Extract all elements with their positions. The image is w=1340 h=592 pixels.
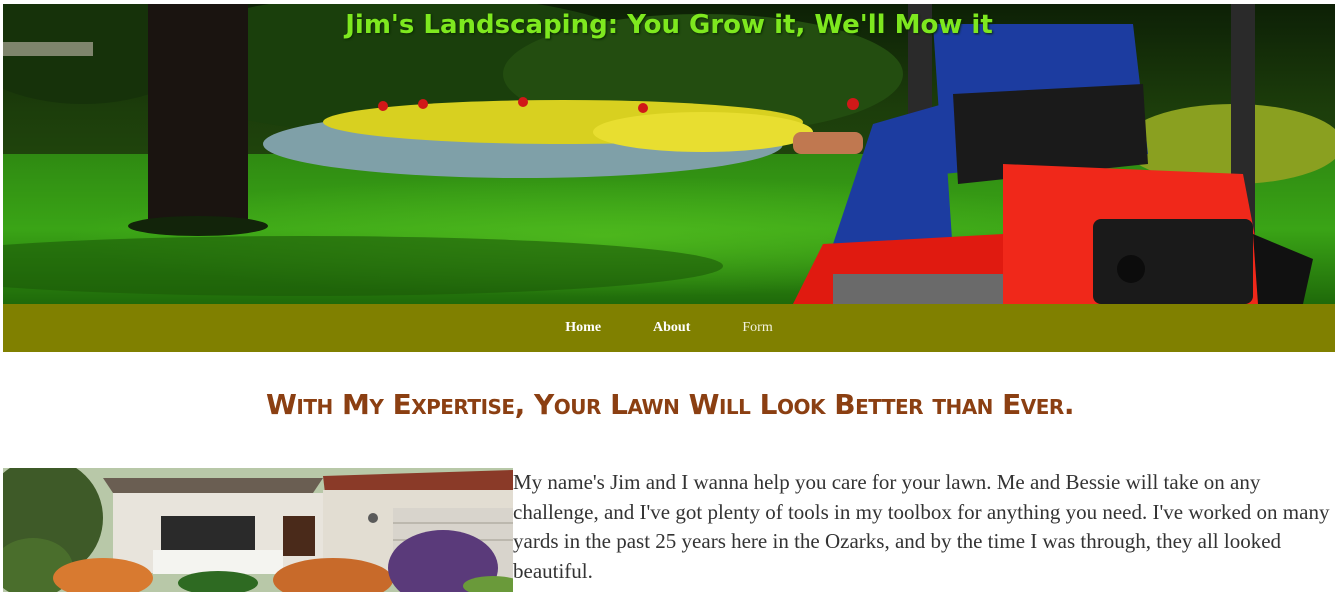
nav-link-home[interactable]: Home <box>539 320 627 336</box>
site-title: Jim's Landscaping: You Grow it, We'll Mo… <box>345 10 993 40</box>
house-image <box>3 468 513 592</box>
page-headline: With My Expertise, Your Lawn Will Look B… <box>266 388 1074 421</box>
nav-link-about[interactable]: About <box>627 320 716 336</box>
house-photo <box>3 468 513 592</box>
mower-photo <box>3 4 1335 304</box>
nav-link-form[interactable]: Form <box>716 320 798 336</box>
intro-paragraph: My name's Jim and I wanna help you care … <box>513 470 1330 583</box>
hero-banner: Jim's Landscaping: You Grow it, We'll Mo… <box>3 4 1335 304</box>
main-nav: Home About Form <box>3 304 1335 352</box>
